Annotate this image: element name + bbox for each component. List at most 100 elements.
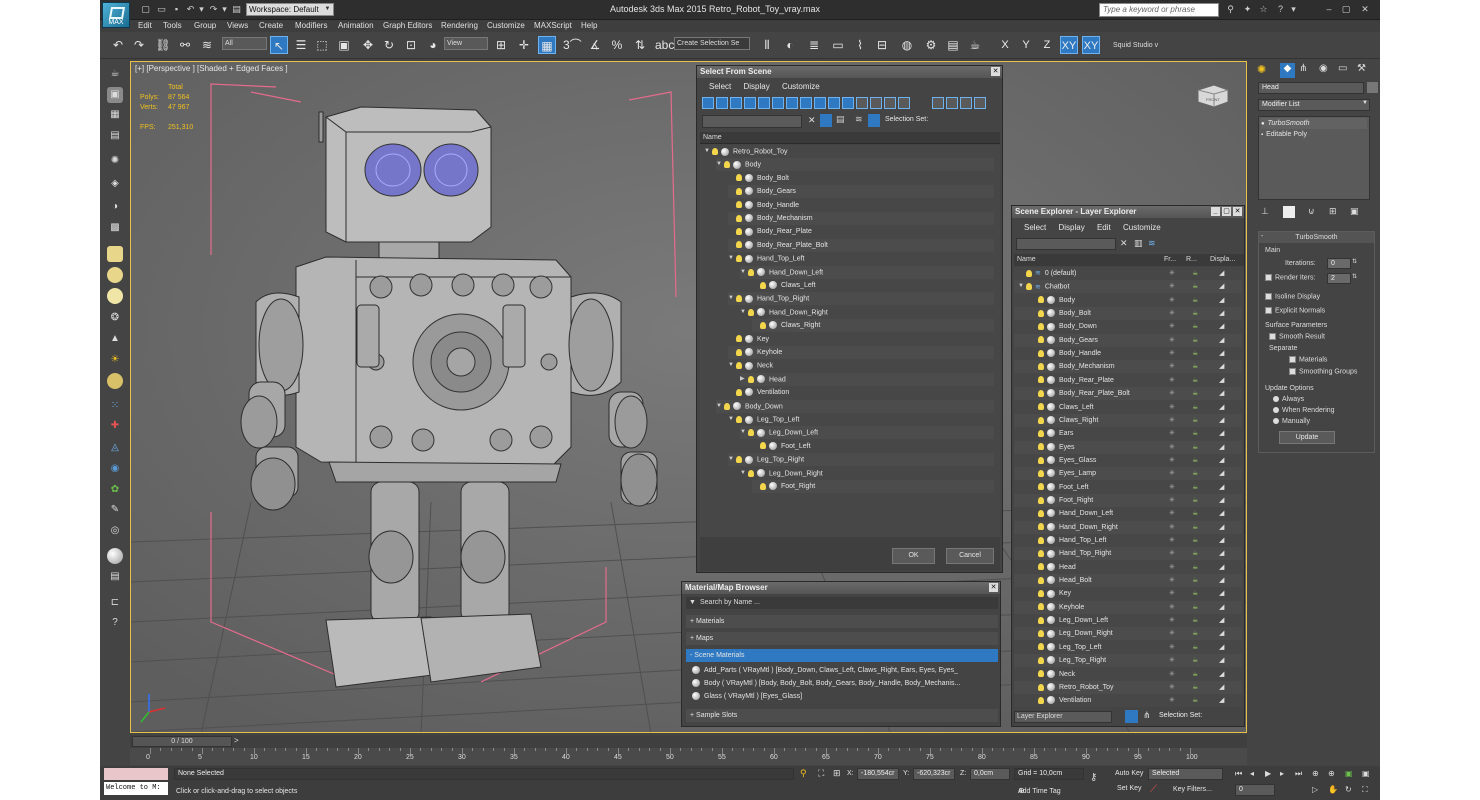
chevron-down-icon[interactable]: ▼ xyxy=(1018,280,1026,293)
sfs-tree-row[interactable]: ▼ Leg_Down_Left xyxy=(740,426,994,440)
sfs-tree-row[interactable]: Ventilation xyxy=(728,386,994,399)
align-icon[interactable]: ◐ xyxy=(781,36,799,54)
undo-icon[interactable]: ↶ xyxy=(185,4,196,15)
freeze-icon[interactable]: ✳ xyxy=(1169,614,1175,627)
renderable-icon[interactable]: ☕ xyxy=(1192,601,1198,614)
select-by-name-icon[interactable]: ☰ xyxy=(292,36,310,54)
lightbulb-icon[interactable] xyxy=(1038,389,1044,397)
lightbulb-icon[interactable] xyxy=(724,161,730,169)
object-color-swatch[interactable] xyxy=(1367,82,1378,93)
freeze-icon[interactable]: ✳ xyxy=(1169,668,1175,681)
chevron-right-icon[interactable]: ▶ xyxy=(740,373,748,386)
update-button[interactable]: Update xyxy=(1279,431,1335,444)
axis-y-button[interactable]: Y xyxy=(1017,36,1035,54)
sfs-tree-row[interactable]: Body_Bolt xyxy=(728,172,994,185)
foliage-icon[interactable]: ✿ xyxy=(107,482,123,498)
orbit-icon[interactable]: ↻ xyxy=(1345,785,1352,794)
select-and-link-icon[interactable]: ⛓ xyxy=(154,36,172,54)
shapes-filter-icon[interactable] xyxy=(716,97,728,109)
se-object-row[interactable]: Head_Bolt ✳ ☕ ◢ xyxy=(1014,574,1242,588)
renderable-icon[interactable]: ☕ xyxy=(1192,360,1198,373)
lightbulb-icon[interactable] xyxy=(1026,283,1032,291)
sfs-tree-row[interactable]: ▼ Leg_Top_Left xyxy=(728,413,994,426)
lightbulb-icon[interactable] xyxy=(760,281,766,289)
renderable-icon[interactable]: ☕ xyxy=(1192,414,1198,427)
sfs-tree-row[interactable]: Foot_Right xyxy=(752,480,994,493)
renderable-icon[interactable]: ☕ xyxy=(1192,427,1198,440)
sfs-tree-row[interactable]: ▶ Head xyxy=(740,372,994,386)
lock-icon[interactable]: ⚲ xyxy=(800,768,807,779)
minimize-icon[interactable]: – xyxy=(1323,3,1335,15)
manually-radio[interactable]: Manually xyxy=(1273,418,1310,425)
menu-tools[interactable]: Tools xyxy=(163,21,182,30)
freeze-icon[interactable]: ✳ xyxy=(1169,534,1175,547)
checkbox-icon[interactable] xyxy=(1289,356,1296,363)
material-editor-icon[interactable]: ◍ xyxy=(898,36,916,54)
display-icon[interactable]: ◢ xyxy=(1219,387,1224,400)
always-radio[interactable]: Always xyxy=(1273,396,1304,403)
play-icon[interactable]: ▶ xyxy=(1265,769,1271,778)
lightbulb-icon[interactable] xyxy=(748,375,754,383)
maps-section[interactable]: + Maps xyxy=(686,632,998,645)
lightbulb-icon[interactable] xyxy=(1038,309,1044,317)
rectangular-selection-icon[interactable]: ⬚ xyxy=(313,36,331,54)
renderable-icon[interactable]: ☕ xyxy=(1192,494,1198,507)
display-icon[interactable]: ◢ xyxy=(1219,641,1224,654)
menu-rendering[interactable]: Rendering xyxy=(441,21,478,30)
renderable-icon[interactable]: ☕ xyxy=(1192,574,1198,587)
filter-filter-icon[interactable] xyxy=(974,97,986,109)
menu-views[interactable]: Views xyxy=(227,21,248,30)
display-icon[interactable]: ◢ xyxy=(1219,627,1224,640)
renderable-icon[interactable]: ☕ xyxy=(1192,521,1198,534)
bind-space-warp-icon[interactable]: ≋ xyxy=(198,36,216,54)
mirror-icon[interactable]: ⫴ xyxy=(758,36,776,54)
lightbulb-icon[interactable] xyxy=(1038,483,1044,491)
cameras-filter-icon[interactable] xyxy=(744,97,756,109)
set-key-icon[interactable]: ⟋ xyxy=(1150,784,1157,795)
display-icon[interactable]: ◢ xyxy=(1219,307,1224,320)
star-icon[interactable]: ☆ xyxy=(1257,3,1270,16)
freeze-icon[interactable]: ✳ xyxy=(1169,547,1175,560)
xref-icon[interactable]: ⊏ xyxy=(107,595,123,611)
se-object-row[interactable]: Key ✳ ☕ ◢ xyxy=(1014,587,1242,600)
lightbulb-icon[interactable] xyxy=(1038,523,1044,531)
lightbulb-icon[interactable] xyxy=(712,148,718,155)
lightbulb-icon[interactable] xyxy=(1038,656,1044,664)
binoculars-icon[interactable]: ⚲ xyxy=(1224,3,1237,16)
torus-knot-icon[interactable]: ❂ xyxy=(107,310,123,326)
se-layer-row[interactable]: ▼ ≋ Chatbot ✳ ☕ ◢ xyxy=(1014,280,1242,294)
renderable-icon[interactable]: ☕ xyxy=(1192,587,1198,600)
project-folder-icon[interactable]: ▤ xyxy=(231,4,242,15)
freeze-icon[interactable]: ✳ xyxy=(1169,601,1175,614)
maximize-viewport-icon[interactable]: ⛶ xyxy=(1362,785,1368,795)
renderable-icon[interactable]: ☕ xyxy=(1192,374,1198,387)
se-object-row[interactable]: Eyes ✳ ☕ ◢ xyxy=(1014,440,1242,454)
lightbulb-icon[interactable] xyxy=(736,348,742,356)
lightbulb-icon[interactable] xyxy=(1038,403,1044,411)
sample-slots-section[interactable]: + Sample Slots xyxy=(686,709,998,722)
reference-coordinate-dropdown[interactable]: View xyxy=(444,37,488,50)
new-file-icon[interactable]: ▢ xyxy=(140,4,151,15)
layer-manager-icon[interactable]: ≣ xyxy=(805,36,823,54)
checkbox-icon[interactable] xyxy=(1269,333,1276,340)
display-icon[interactable]: ◢ xyxy=(1219,668,1224,681)
menu-create[interactable]: Create xyxy=(259,21,283,30)
track-bar[interactable]: 0 5 10 15 20 25 30 35 40 45 50 55 60 65 70 75 80 85 90 95 10… xyxy=(130,748,1247,765)
modify-tab-icon[interactable]: ◆ xyxy=(1280,63,1295,78)
se-object-row[interactable]: Head ✳ ☕ ◢ xyxy=(1014,561,1242,574)
unlink-icon[interactable]: ⚯ xyxy=(176,36,194,54)
lightbulb-icon[interactable] xyxy=(736,362,742,370)
lightbulb-icon[interactable] xyxy=(1038,630,1044,638)
current-frame-field[interactable]: 0 xyxy=(1235,784,1275,796)
lightbulb-icon[interactable] xyxy=(736,295,742,303)
se-object-row[interactable]: Claws_Right ✳ ☕ ◢ xyxy=(1014,413,1242,427)
sfs-tree-row[interactable]: ▼ Retro_Robot_Toy xyxy=(704,145,994,158)
lightbulb-icon[interactable] xyxy=(1026,269,1032,277)
se-object-row[interactable]: Eyes_Lamp ✳ ☕ ◢ xyxy=(1014,467,1242,481)
sfs-tree-row[interactable]: ▼ Body xyxy=(716,158,994,172)
freeze-icon[interactable]: ✳ xyxy=(1169,574,1175,587)
lightbulb-icon[interactable] xyxy=(1038,683,1044,691)
se-object-row[interactable]: Keyhole ✳ ☕ ◢ xyxy=(1014,600,1242,614)
zoom-extents-all-icon[interactable]: ▣ xyxy=(1362,769,1370,778)
menu-edit[interactable]: Edit xyxy=(138,21,152,30)
